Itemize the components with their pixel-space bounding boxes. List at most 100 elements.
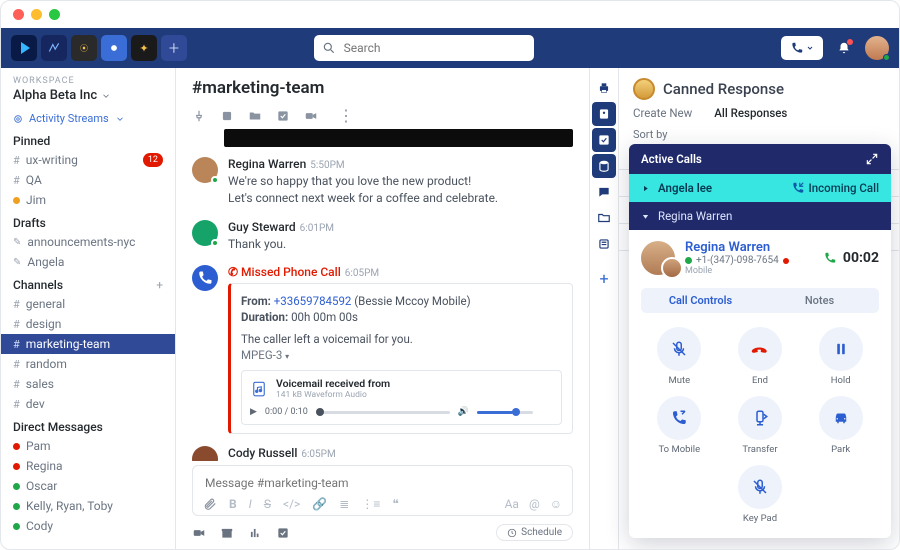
sidebar-head-pinned[interactable]: Pinned: [1, 128, 175, 150]
message-composer[interactable]: B I S </> 🔗 ≣ ⋮≡ ❝ Aa @ ☺: [192, 465, 573, 516]
task-icon[interactable]: [276, 526, 290, 540]
composer-input[interactable]: [203, 475, 562, 491]
rail-canned[interactable]: [592, 232, 616, 256]
workspace-switch-4[interactable]: [101, 35, 127, 61]
attach-icon[interactable]: [203, 497, 217, 511]
sidebar-item-pinned-1[interactable]: #QA: [1, 170, 175, 190]
message-0: Regina Warren5:50PM We're so happy that …: [192, 151, 573, 214]
workspace-switch-1[interactable]: [11, 35, 37, 61]
notifications-button[interactable]: [837, 41, 851, 55]
sidebar-item-channels-3[interactable]: #random: [1, 354, 175, 374]
call-control-end[interactable]: End: [722, 327, 799, 386]
search-box[interactable]: [314, 35, 534, 61]
volume-icon[interactable]: 🔊: [458, 407, 469, 417]
caller-phone-type: Mobile: [685, 266, 789, 276]
sidebar-item-channels-0[interactable]: #general: [1, 294, 175, 314]
volume-slider[interactable]: [477, 411, 533, 414]
rail-chat[interactable]: [592, 180, 616, 204]
video-icon[interactable]: [304, 109, 318, 123]
play-icon[interactable]: ▶: [250, 407, 257, 417]
caller-name[interactable]: Regina Warren: [685, 240, 789, 255]
window-traffic-lights[interactable]: [1, 1, 899, 28]
sidebar-item-channels-2[interactable]: #marketing-team: [1, 334, 175, 354]
call-control-key-pad[interactable]: Key Pad: [722, 465, 799, 524]
person-icon[interactable]: [220, 109, 234, 123]
incoming-call-row[interactable]: Angela lee Incoming Call: [629, 174, 891, 202]
sidebar-item-dms-1[interactable]: Regina: [1, 456, 175, 476]
app-rail: +: [589, 68, 619, 549]
rail-contacts[interactable]: [592, 102, 616, 126]
rail-tasks[interactable]: [592, 128, 616, 152]
sidebar-activity-streams[interactable]: Activity Streams: [1, 109, 175, 128]
sidebar-head-channels[interactable]: Channels+: [1, 272, 175, 294]
sidebar-item-dms-3[interactable]: Kelly, Ryan, Toby: [1, 496, 175, 516]
tab-all-responses[interactable]: All Responses: [714, 106, 787, 120]
right-panel: Canned Response Create New All Responses…: [619, 68, 899, 549]
workspace-switch-5[interactable]: ✦: [131, 35, 157, 61]
search-icon: [322, 41, 336, 55]
audio-scrubber[interactable]: [316, 411, 450, 414]
voicemail-attachment[interactable]: Voicemail received from141 kB Waveform A…: [241, 370, 562, 425]
sidebar-item-pinned-0[interactable]: #ux-writing12: [1, 150, 175, 170]
folder-icon[interactable]: [248, 109, 262, 123]
expand-icon[interactable]: [865, 152, 879, 166]
call-control-hold[interactable]: Hold: [802, 327, 879, 386]
call-control-transfer[interactable]: Transfer: [722, 396, 799, 455]
embedded-media: [224, 129, 573, 147]
workspace-switch-2[interactable]: [41, 35, 67, 61]
search-input[interactable]: [342, 40, 526, 56]
message-avatar[interactable]: [192, 446, 218, 461]
sidebar-item-dms-0[interactable]: Pam: [1, 436, 175, 456]
workspace-switch-3[interactable]: ⦿: [71, 35, 97, 61]
message-avatar[interactable]: [192, 157, 218, 183]
workspace-add[interactable]: +: [161, 35, 187, 61]
queued-call-row[interactable]: Regina Warren: [629, 202, 891, 230]
active-calls-header[interactable]: Active Calls: [629, 144, 891, 174]
channel-title: #marketing-team: [192, 78, 324, 98]
message-3: Cody Russell6:05PM Hello team! Any updat…: [192, 440, 573, 461]
sidebar-item-channels-5[interactable]: #dev: [1, 394, 175, 414]
call-control-to-mobile[interactable]: To Mobile: [641, 396, 718, 455]
dialer-button[interactable]: [781, 36, 823, 60]
chevron-down-icon: [101, 91, 111, 101]
phone-icon: [192, 265, 218, 291]
call-control-park[interactable]: Park: [802, 396, 879, 455]
download-icon[interactable]: [541, 406, 553, 418]
call-control-mute[interactable]: Mute: [641, 327, 718, 386]
sidebar-item-channels-1[interactable]: #design: [1, 314, 175, 334]
sidebar-item-drafts-0[interactable]: ✎announcements-nyc: [1, 232, 175, 252]
caller-avatar-secondary: [661, 257, 683, 279]
sidebar-item-pinned-2[interactable]: Jim: [1, 190, 175, 210]
tab-notes[interactable]: Notes: [760, 288, 879, 313]
poll-icon[interactable]: [248, 526, 262, 540]
tab-call-controls[interactable]: Call Controls: [641, 288, 760, 313]
rail-print[interactable]: [592, 76, 616, 100]
sidebar-item-drafts-1[interactable]: ✎Angela: [1, 252, 175, 272]
tab-create-new[interactable]: Create New: [633, 106, 692, 120]
channel-feed: #marketing-team ⋮ Regina Warren5:50PM We…: [176, 68, 589, 549]
canned-response-icon: [633, 78, 655, 100]
more-icon[interactable]: ⋮: [338, 106, 354, 125]
sidebar-item-dms-2[interactable]: Oscar: [1, 476, 175, 496]
rail-add[interactable]: +: [592, 266, 616, 290]
audio-file-icon: [250, 380, 268, 398]
sidebar-item-dms-4[interactable]: Cody: [1, 516, 175, 536]
profile-avatar[interactable]: [865, 36, 889, 60]
sidebar-head-dms[interactable]: Direct Messages: [1, 414, 175, 436]
rail-files[interactable]: [592, 206, 616, 230]
archive-icon[interactable]: [220, 526, 234, 540]
message-avatar[interactable]: [192, 220, 218, 246]
active-call-card: Active Calls Angela lee Incoming Call Re…: [629, 144, 891, 538]
sidebar-item-channels-4[interactable]: #sales: [1, 374, 175, 394]
schedule-button[interactable]: Schedule: [496, 524, 573, 541]
sidebar-head-drafts[interactable]: Drafts: [1, 210, 175, 232]
top-nav: ⦿ ✦ +: [1, 28, 899, 68]
missed-call-card: From: +33659784592 (Bessie Mccoy Mobile)…: [228, 283, 573, 434]
task-icon[interactable]: [276, 109, 290, 123]
workspace-switcher[interactable]: Alpha Beta Inc: [13, 88, 163, 103]
pin-icon[interactable]: [192, 109, 206, 123]
rail-database[interactable]: [592, 154, 616, 178]
sort-by[interactable]: Sort by: [619, 126, 899, 143]
message-missed-call: ✆ Missed Phone Call6:05PM From: +3365978…: [192, 259, 573, 440]
video-icon[interactable]: [192, 526, 206, 540]
